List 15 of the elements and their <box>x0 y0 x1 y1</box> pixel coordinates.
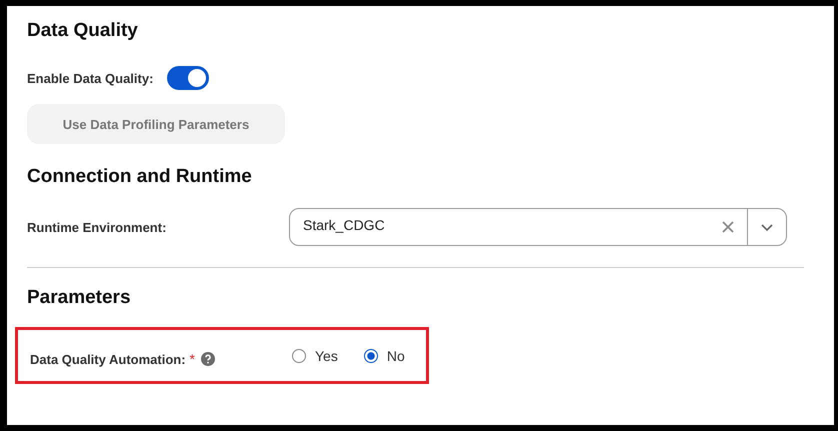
field-label: Runtime Environment: <box>27 220 168 234</box>
radio-option[interactable]: Yes <box>292 348 338 364</box>
section-title: Connection and Runtime <box>27 166 252 188</box>
clear-icon[interactable] <box>721 220 735 234</box>
toggle-switch[interactable] <box>167 66 210 90</box>
radio-option[interactable]: No <box>364 348 405 364</box>
section-title: Parameters <box>27 287 131 309</box>
chevron-down-icon[interactable] <box>760 222 774 232</box>
help-icon[interactable] <box>200 352 215 366</box>
field-label: Enable Data Quality: <box>27 70 154 86</box>
section-title: Data Quality <box>27 20 138 42</box>
field-label: Data Quality Automation: <box>30 352 186 366</box>
required-mark: * <box>190 351 195 367</box>
runtime-select[interactable]: Stark_CDGC <box>289 208 787 246</box>
select-value: Stark_CDGC <box>303 217 386 235</box>
